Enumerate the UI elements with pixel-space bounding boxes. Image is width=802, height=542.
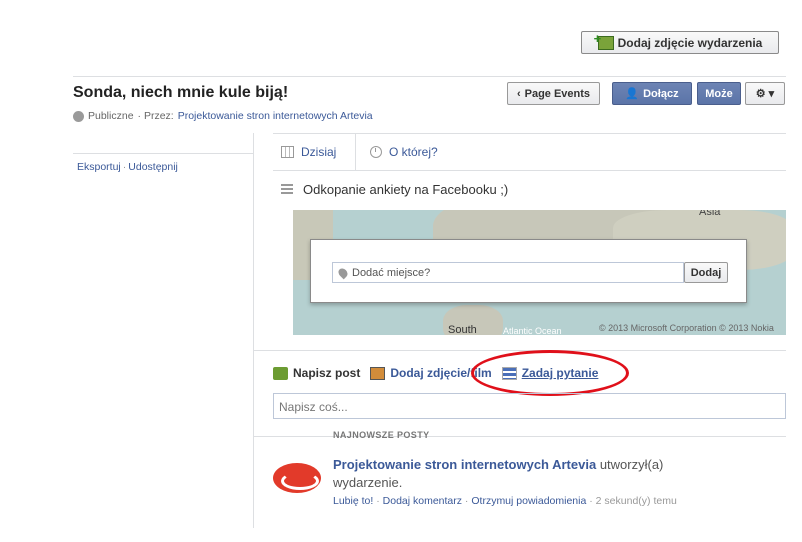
header-divider: [73, 76, 786, 77]
question-list-icon: [501, 366, 517, 380]
by-prefix: · Przez:: [137, 110, 174, 122]
add-event-photo-button[interactable]: Dodaj zdjęcie wydarzenia: [581, 31, 779, 54]
add-photo-icon: [594, 31, 614, 50]
date-time-divider: [355, 133, 356, 170]
join-label: Dołącz: [643, 87, 679, 100]
page-events-label: Page Events: [524, 87, 591, 100]
place-placeholder: Dodać miejsce?: [352, 266, 431, 279]
map-label-ocean: Atlantic Ocean: [503, 326, 562, 335]
sidebar-links: Eksportuj · Udostępnij: [77, 161, 178, 173]
tab-add-photo-video[interactable]: Dodaj zdjęcie/film: [370, 366, 492, 380]
post-actions: Lubię to! · Dodaj komentarz · Otrzymuj p…: [333, 495, 677, 507]
add-place-dialog: Dodać miejsce? Dodaj: [310, 239, 747, 303]
add-person-icon: 👤: [625, 88, 640, 100]
event-description-text: Odkopanie ankiety na Facebooku ;): [303, 182, 509, 197]
composer-tabs: Napisz post Dodaj zdjęcie/film Zadaj pyt…: [273, 366, 608, 380]
location-pin-icon: [336, 266, 350, 279]
privacy-label: Publiczne: [88, 110, 134, 122]
post-author-link[interactable]: Projektowanie stron internetowych Artevi…: [333, 457, 596, 472]
gear-icon: ⚙ ▾: [755, 88, 775, 100]
details-top-divider: [273, 133, 786, 134]
event-meta: Publiczne · Przez: Projektowanie stron i…: [73, 110, 373, 122]
map-label-asia: Asia: [699, 210, 721, 218]
join-button[interactable]: 👤 Dołącz: [612, 82, 692, 105]
newest-posts-heading: NAJNOWSZE POSTY: [333, 430, 430, 440]
page-events-button[interactable]: ‹ Page Events: [507, 82, 600, 105]
organizer-link[interactable]: Projektowanie stron internetowych Artevi…: [178, 110, 373, 122]
ask-question-label: Zadaj pytanie: [521, 366, 599, 380]
event-description: Odkopanie ankiety na Facebooku ;): [281, 182, 508, 197]
details-divider: [273, 170, 786, 171]
calendar-icon: [281, 146, 294, 158]
post-body: Projektowanie stron internetowych Artevi…: [333, 456, 733, 492]
separator: ·: [586, 495, 596, 507]
event-title: Sonda, niech mnie kule biją!: [73, 84, 289, 101]
column-divider: [253, 133, 254, 528]
separator: ·: [373, 495, 383, 507]
place-input[interactable]: Dodać miejsce?: [332, 262, 684, 283]
maybe-label: Może: [705, 87, 733, 100]
event-time[interactable]: O której?: [370, 145, 438, 159]
add-place-button[interactable]: Dodaj: [684, 262, 728, 283]
map-bottom-divider: [253, 350, 786, 351]
tab-ask-question[interactable]: Zadaj pytanie: [501, 366, 599, 380]
post-timestamp: 2 sekund(y) temu: [595, 495, 677, 507]
like-link[interactable]: Lubię to!: [333, 495, 373, 507]
tab-write-post[interactable]: Napisz post: [273, 366, 360, 380]
add-place-label: Dodaj: [690, 266, 722, 279]
post-input[interactable]: Napisz coś...: [273, 393, 786, 419]
notify-link[interactable]: Otrzymuj powiadomienia: [471, 495, 586, 507]
map-copyright: © 2013 Microsoft Corporation © 2013 Noki…: [599, 323, 774, 333]
description-icon: [281, 183, 293, 196]
clock-icon: [370, 146, 382, 158]
share-link[interactable]: Udostępnij: [128, 161, 178, 173]
settings-gear-button[interactable]: ⚙ ▾: [745, 82, 785, 105]
export-link[interactable]: Eksportuj: [77, 161, 121, 173]
speech-bubble-icon: [273, 366, 288, 380]
event-date[interactable]: Dzisiaj: [281, 145, 336, 159]
photo-icon: [370, 366, 386, 380]
separator: ·: [462, 495, 472, 507]
event-date-label: Dzisiaj: [301, 145, 337, 159]
artevia-avatar[interactable]: [273, 463, 321, 493]
chevron-left-icon: ‹: [516, 87, 521, 100]
sidebar-divider: [73, 153, 253, 154]
maybe-button[interactable]: Może: [697, 82, 741, 105]
map-label-south: South: [448, 324, 477, 335]
add-photo-video-label: Dodaj zdjęcie/film: [390, 366, 492, 380]
add-event-photo-label: Dodaj zdjęcie wydarzenia: [617, 35, 763, 50]
write-post-label: Napisz post: [293, 366, 361, 380]
comment-link[interactable]: Dodaj komentarz: [383, 495, 462, 507]
globe-icon: [73, 110, 84, 122]
event-time-label: O której?: [389, 145, 438, 159]
